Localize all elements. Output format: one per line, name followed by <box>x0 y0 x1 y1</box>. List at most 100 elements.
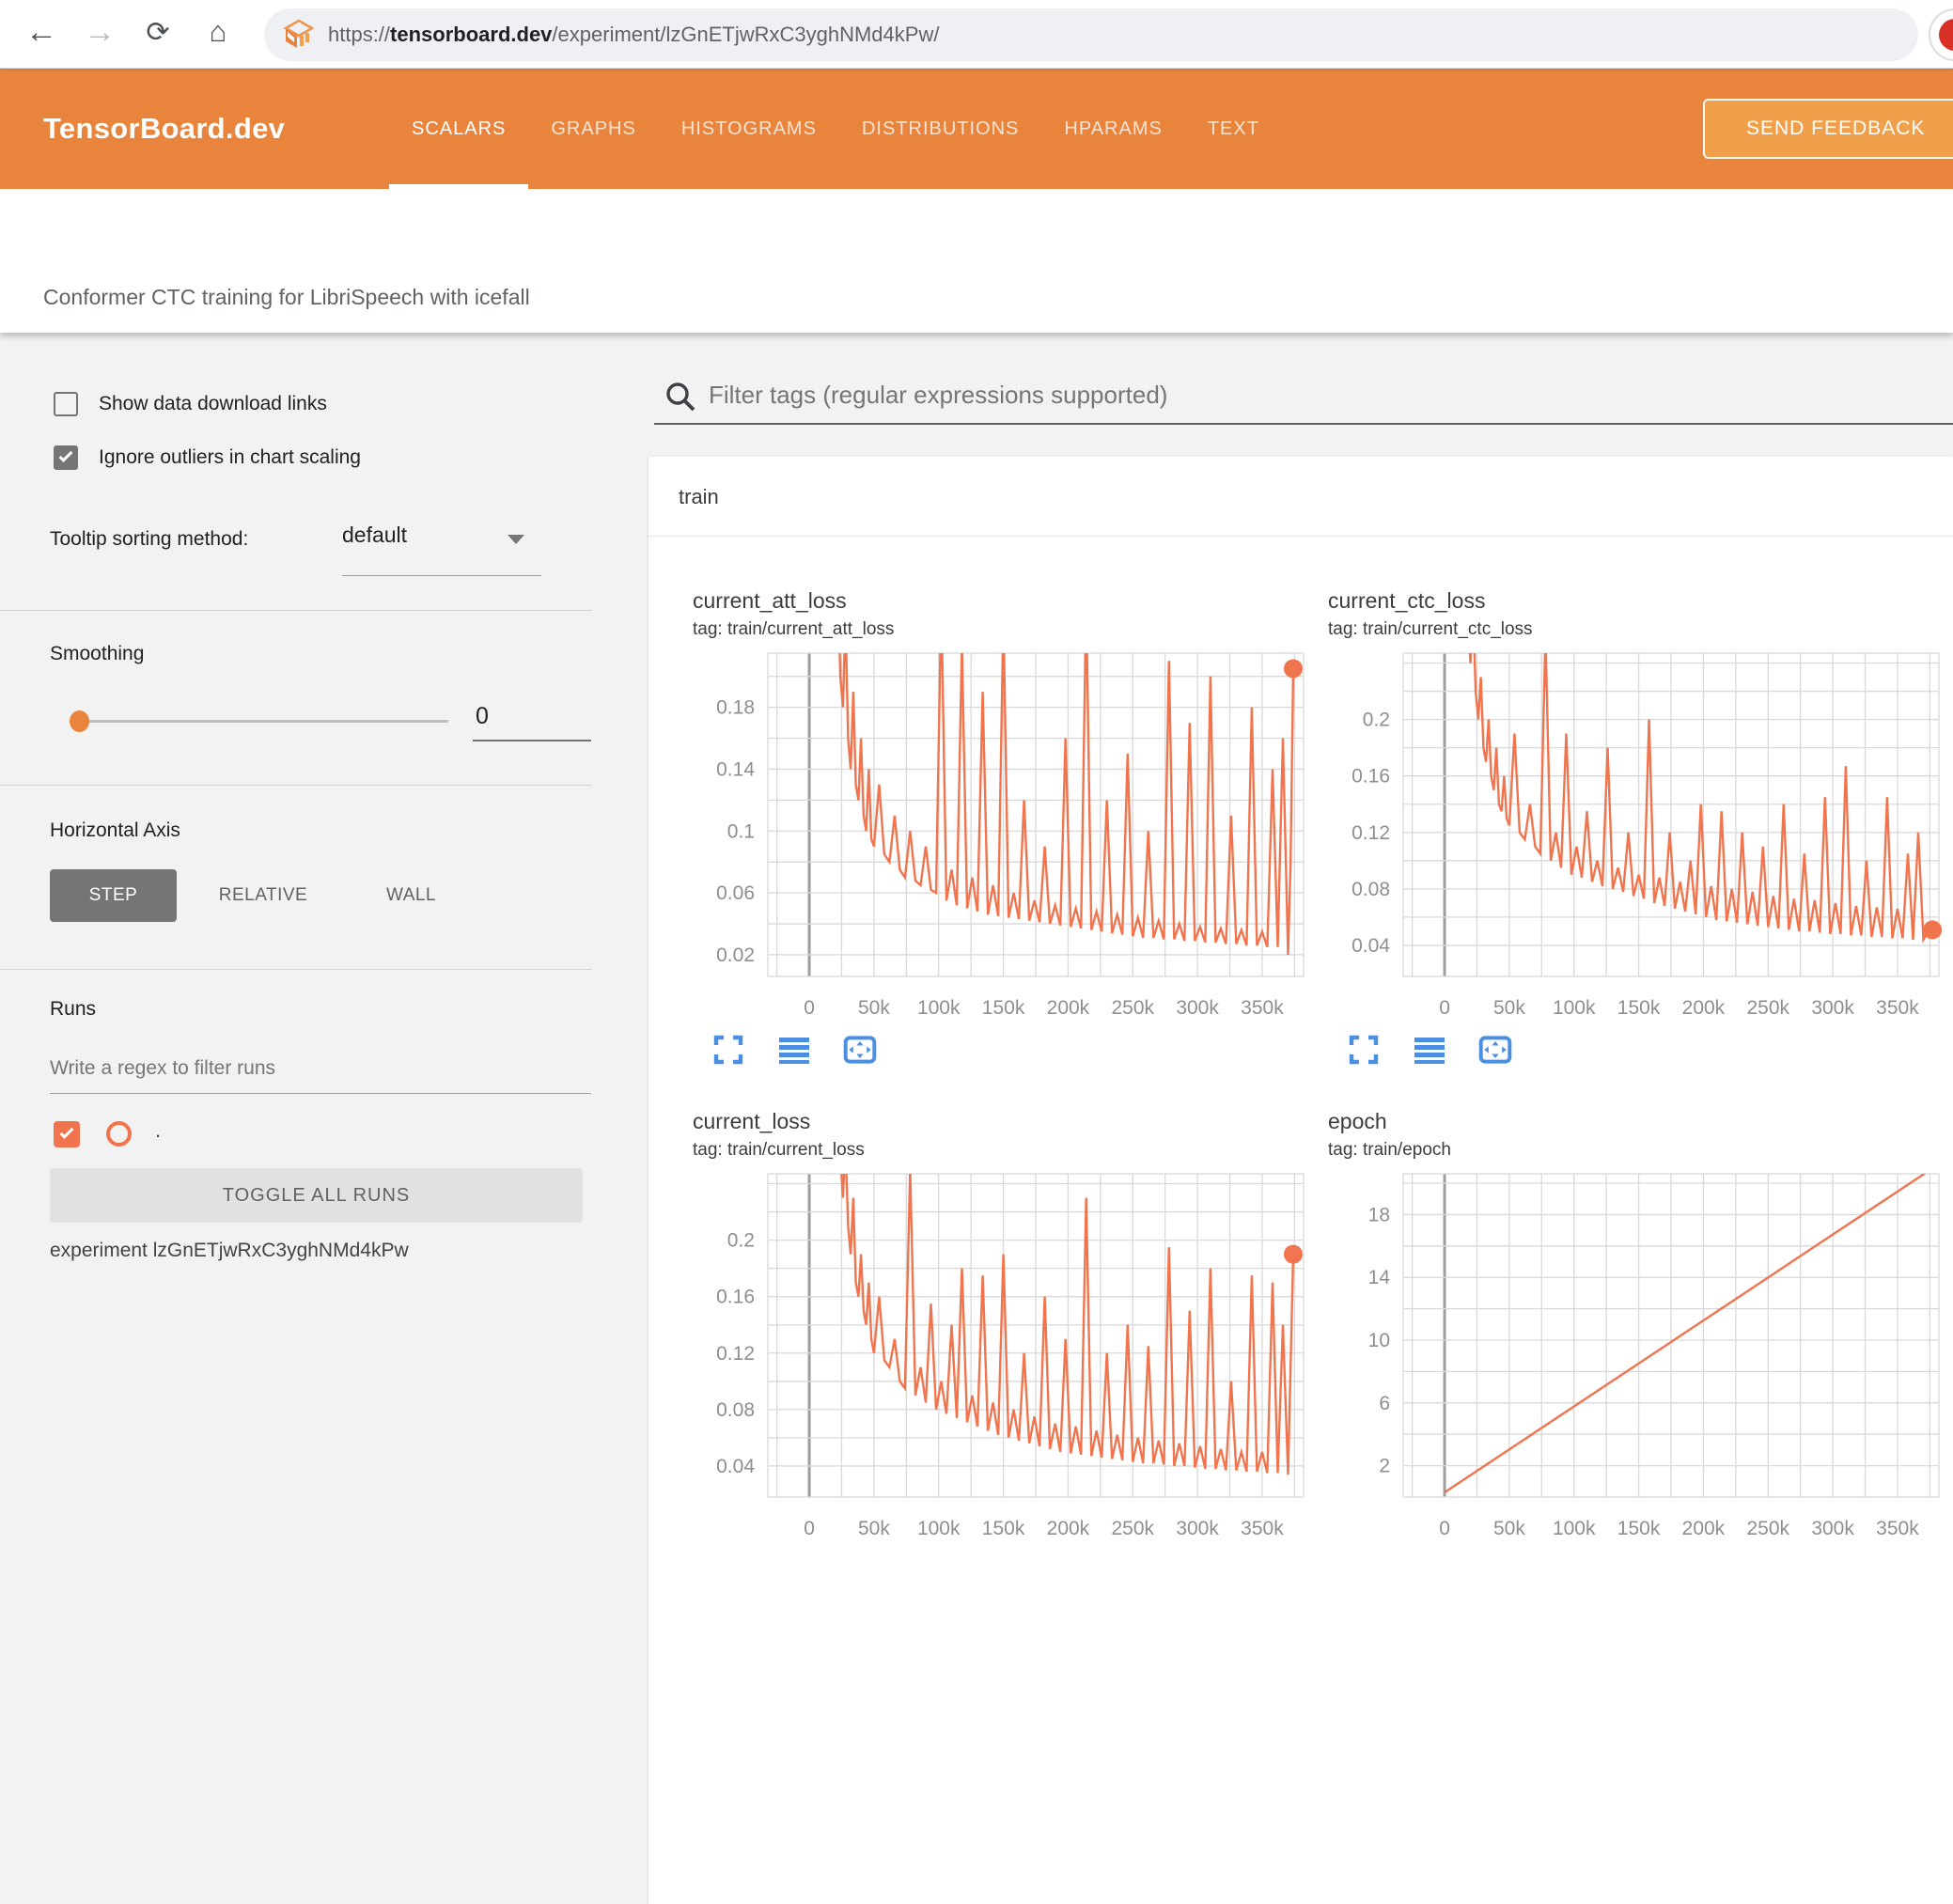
tab-histograms[interactable]: HISTOGRAMS <box>659 69 839 189</box>
avatar-red-icon <box>1939 19 1953 51</box>
browser-profile-avatar[interactable] <box>1929 8 1953 61</box>
run-selector-icon[interactable] <box>777 1033 811 1067</box>
chart-plot[interactable]: 0 50k 100k 150k 200k 250k 300k 350k 2 6 10 14 18 <box>1328 1168 1948 1544</box>
svg-text:0.2: 0.2 <box>727 1230 755 1252</box>
chevron-down-icon[interactable] <box>508 535 524 544</box>
svg-text:0.06: 0.06 <box>716 882 755 904</box>
svg-text:150k: 150k <box>982 1518 1025 1539</box>
address-bar[interactable]: https://tensorboard.dev/experiment/lzGnE… <box>264 8 1918 61</box>
svg-text:0: 0 <box>804 997 815 1019</box>
smoothing-value[interactable]: 0 <box>476 703 489 730</box>
svg-text:50k: 50k <box>858 1518 890 1539</box>
run-selector-icon[interactable] <box>1413 1033 1446 1067</box>
tooltip-sorting-select[interactable]: default <box>342 523 407 548</box>
chart-current-att-loss: current_att_loss tag: train/current_att_… <box>693 588 1313 1067</box>
show-download-checkbox[interactable] <box>54 392 78 416</box>
svg-text:14: 14 <box>1368 1267 1391 1288</box>
axis-step-button[interactable]: STEP <box>50 869 177 922</box>
train-group-card: train current_att_loss tag: train/curren… <box>648 457 1953 1904</box>
svg-text:50k: 50k <box>1493 1518 1525 1539</box>
toggle-all-runs-button[interactable]: TOGGLE ALL RUNS <box>50 1168 583 1223</box>
fit-domain-icon[interactable] <box>1478 1033 1512 1067</box>
send-feedback-button[interactable]: SEND FEEDBACK <box>1703 99 1953 159</box>
chart-plot[interactable]: 0 50k 100k 150k 200k 250k 300k 350k 0.04 0.08 0.12… <box>1328 648 1948 1023</box>
svg-text:300k: 300k <box>1811 997 1854 1019</box>
svg-text:300k: 300k <box>1176 1518 1219 1539</box>
tab-text[interactable]: TEXT <box>1185 69 1282 189</box>
chart-tag: tag: train/epoch <box>1328 1140 1451 1160</box>
app-header: TensorBoard.dev SCALARS GRAPHS HISTOGRAM… <box>0 69 1953 189</box>
tag-filter-underline <box>654 423 1953 425</box>
divider <box>648 536 1953 537</box>
fullscreen-icon[interactable] <box>1347 1033 1381 1067</box>
tab-hparams[interactable]: HPARAMS <box>1041 69 1184 189</box>
tab-graphs[interactable]: GRAPHS <box>528 69 658 189</box>
chart-current-ctc-loss: current_ctc_loss tag: train/current_ctc_… <box>1328 588 1948 1067</box>
tensorboard-favicon <box>283 19 315 48</box>
browser-toolbar: ← → ⟳ ⌂ https://tensorboard.dev/experime… <box>0 0 1953 69</box>
axis-relative-button[interactable]: RELATIVE <box>211 869 315 922</box>
svg-text:0.14: 0.14 <box>716 758 755 780</box>
svg-text:350k: 350k <box>1876 1518 1919 1539</box>
svg-text:0.12: 0.12 <box>716 1343 755 1365</box>
svg-text:0.18: 0.18 <box>716 697 755 719</box>
group-title[interactable]: train <box>679 485 719 509</box>
chart-plot[interactable]: 0 50k 100k 150k 200k 250k 300k 350k 0.02 0.06 0.1 0… <box>693 648 1313 1023</box>
svg-text:0: 0 <box>804 1518 815 1539</box>
chart-current-loss: current_loss tag: train/current_loss 0 50… <box>693 1109 1313 1553</box>
smoothing-slider-knob[interactable] <box>70 710 89 732</box>
tab-distributions[interactable]: DISTRIBUTIONS <box>839 69 1041 189</box>
chart-toolbar <box>711 1033 1313 1067</box>
run-checkbox[interactable] <box>54 1121 80 1147</box>
svg-text:0.02: 0.02 <box>716 944 755 966</box>
axis-wall-button[interactable]: WALL <box>367 869 456 922</box>
chart-tag: tag: train/current_loss <box>693 1140 865 1160</box>
ignore-outliers-checkbox[interactable] <box>54 445 78 470</box>
settings-sidebar: Show data download links Ignore outliers… <box>0 333 648 1566</box>
svg-text:10: 10 <box>1368 1330 1390 1351</box>
chart-title: current_loss <box>693 1109 811 1133</box>
horizontal-axis-label: Horizontal Axis <box>50 819 180 841</box>
smoothing-slider-track[interactable] <box>78 720 448 723</box>
back-icon[interactable]: ← <box>17 8 66 56</box>
svg-text:50k: 50k <box>858 997 890 1019</box>
url-text: https://tensorboard.dev/experiment/lzGnE… <box>328 23 939 47</box>
chart-toolbar <box>1347 1033 1948 1067</box>
tab-scalars[interactable]: SCALARS <box>389 69 529 189</box>
chart-plot[interactable]: 0 50k 100k 150k 200k 250k 300k 350k 0.04 0.08 0.12… <box>693 1168 1313 1544</box>
check-icon <box>59 1125 74 1139</box>
reload-icon[interactable]: ⟳ <box>133 8 182 56</box>
svg-text:2: 2 <box>1379 1456 1390 1477</box>
runs-filter-input[interactable]: Write a regex to filter runs <box>50 1057 275 1080</box>
fit-domain-icon[interactable] <box>843 1033 877 1067</box>
chart-title: current_att_loss <box>693 588 847 613</box>
forward-icon[interactable]: → <box>75 8 124 56</box>
svg-text:350k: 350k <box>1241 1518 1284 1539</box>
home-icon[interactable]: ⌂ <box>194 8 242 56</box>
divider <box>0 785 592 786</box>
svg-text:0.12: 0.12 <box>1351 822 1390 844</box>
run-color-swatch[interactable] <box>106 1121 132 1147</box>
ignore-outliers-label: Ignore outliers in chart scaling <box>99 446 361 468</box>
svg-text:300k: 300k <box>1176 997 1219 1019</box>
runs-label: Runs <box>50 998 97 1020</box>
svg-text:200k: 200k <box>1682 1518 1726 1539</box>
main-content: Filter tags (regular expressions support… <box>648 333 1953 1904</box>
chart-epoch: epoch tag: train/epoch 0 50k 100k 150k 200k 2… <box>1328 1109 1948 1553</box>
tag-filter-bar[interactable]: Filter tags (regular expressions support… <box>648 333 1953 425</box>
svg-text:100k: 100k <box>917 1518 961 1539</box>
svg-text:0.16: 0.16 <box>1351 766 1390 788</box>
chart-tag: tag: train/current_ctc_loss <box>1328 619 1533 639</box>
divider <box>0 969 592 970</box>
experiment-description: Conformer CTC training for LibriSpeech w… <box>43 285 530 309</box>
url-path: /experiment/lzGnETjwRxC3yghNMd4kPw/ <box>552 23 940 46</box>
svg-text:250k: 250k <box>1111 1518 1154 1539</box>
fullscreen-icon[interactable] <box>711 1033 745 1067</box>
svg-text:250k: 250k <box>1746 997 1789 1019</box>
svg-text:6: 6 <box>1379 1393 1390 1414</box>
svg-text:300k: 300k <box>1811 1518 1854 1539</box>
select-underline <box>342 575 541 576</box>
svg-text:0.04: 0.04 <box>716 1456 755 1477</box>
svg-text:250k: 250k <box>1746 1518 1789 1539</box>
tag-filter-placeholder: Filter tags (regular expressions support… <box>709 381 1168 409</box>
